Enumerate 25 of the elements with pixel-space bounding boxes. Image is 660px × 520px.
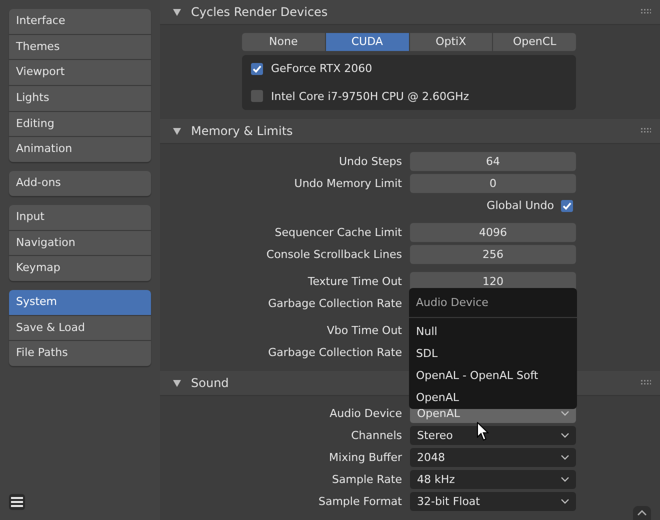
field-label: Undo Steps (338, 155, 403, 168)
field-label: Console Scrollback Lines (265, 248, 403, 261)
dropdown-value: Stereo (417, 428, 453, 444)
field-label: Vbo Time Out (326, 324, 403, 337)
field-label: Garbage Collection Rate (267, 346, 403, 359)
field-label: Channels (350, 429, 403, 442)
field-label: Sequencer Cache Limit (274, 226, 403, 239)
dropdown-value: 48 kHz (417, 472, 455, 488)
device-label: GeForce RTX 2060 (271, 62, 372, 76)
field-label: Texture Time Out (306, 275, 403, 288)
dropdown-value: 32-bit Float (417, 494, 480, 510)
field-label: Audio Device (328, 407, 403, 420)
device-label: Intel Core i7-9750H CPU @ 2.60GHz (271, 90, 470, 103)
dropdown-value: 2048 (417, 450, 445, 466)
panel-title: Sound (191, 376, 229, 390)
field-label: Garbage Collection Rate (267, 297, 403, 310)
checkbox-label: Global Undo (486, 199, 554, 212)
menu-title: Audio Device (415, 295, 490, 311)
dropdown-value: OpenAL (417, 406, 460, 422)
field-label: Mixing Buffer (328, 451, 403, 464)
panel-title: Cycles Render Devices (191, 5, 328, 19)
field-label: Sample Format (317, 495, 403, 508)
panel-title: Memory & Limits (191, 124, 293, 138)
field-label: Undo Memory Limit (293, 177, 403, 190)
field-label: Sample Rate (331, 473, 403, 486)
